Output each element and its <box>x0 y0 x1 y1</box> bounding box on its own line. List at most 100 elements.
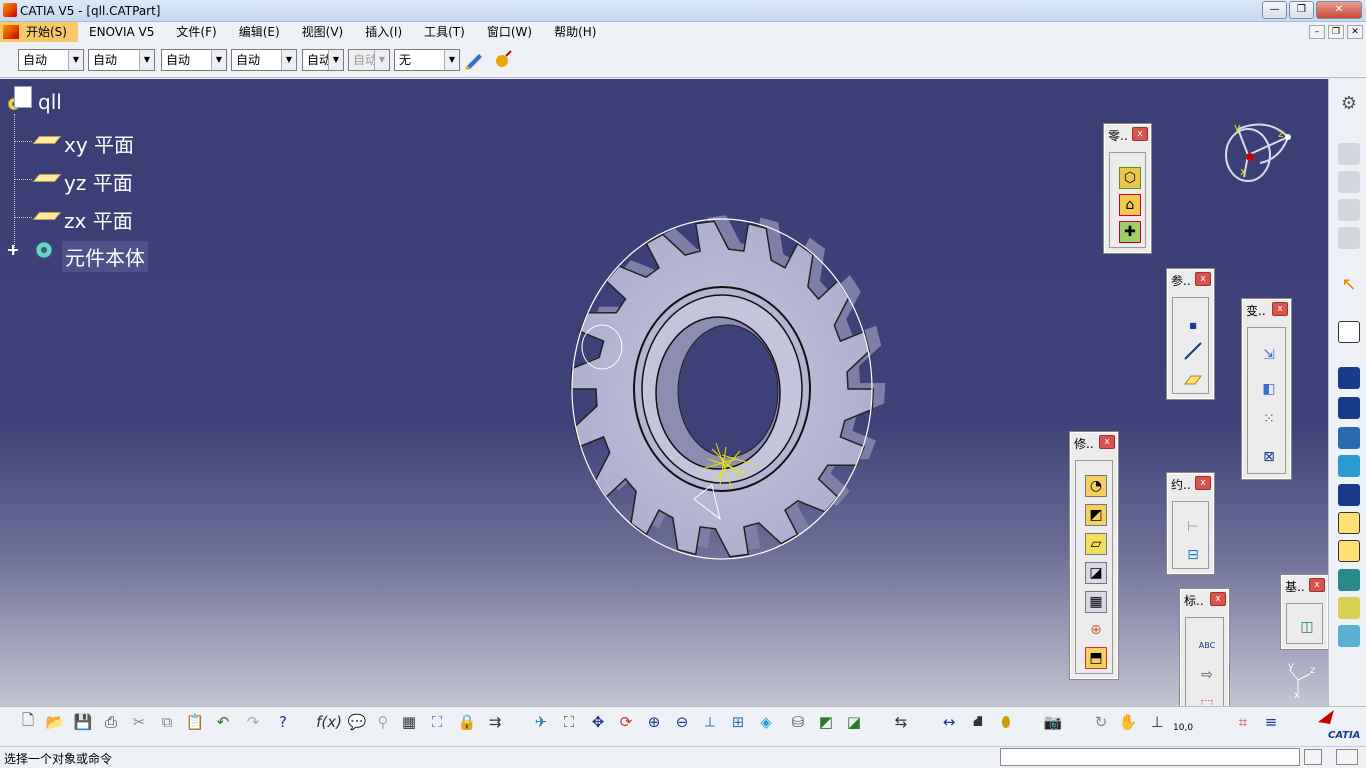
measure-between-icon[interactable]: ↔ <box>938 711 960 733</box>
undo-icon[interactable]: ↶ <box>212 711 234 733</box>
loft-icon[interactable] <box>1338 597 1360 619</box>
transparency-combo[interactable]: 自动 ▼ <box>88 49 155 71</box>
pattern-icon[interactable]: ⁙ <box>1258 408 1280 430</box>
translate-icon[interactable]: ⇲ <box>1258 344 1280 366</box>
doc-minimize-button[interactable]: – <box>1309 25 1325 39</box>
print-icon[interactable]: ⎙ <box>100 711 122 733</box>
power-input-button[interactable] <box>1304 749 1322 765</box>
line-type-combo[interactable]: 自动 ▼ <box>231 49 297 71</box>
line-icon[interactable] <box>1182 340 1204 362</box>
palette-close-icon[interactable]: x <box>1132 127 1148 141</box>
pad-icon[interactable]: ◫ <box>1296 616 1318 638</box>
point-symbol-combo[interactable]: 自动 ▼ <box>302 49 344 71</box>
tree-item-part-body[interactable]: 元件本体 <box>62 241 148 272</box>
pan-icon[interactable]: ✥ <box>587 711 609 733</box>
text-with-leader-icon[interactable]: ABC <box>1196 634 1218 656</box>
layer-combo[interactable]: 无 ▼ <box>394 49 460 71</box>
groove-icon[interactable] <box>1338 455 1360 477</box>
palette-close-icon[interactable]: x <box>1210 592 1226 606</box>
sketch-history-icon[interactable] <box>1338 227 1360 249</box>
redo-icon[interactable]: ↷ <box>242 711 264 733</box>
palette-close-icon[interactable]: x <box>1099 435 1115 449</box>
catalog-browser-icon[interactable]: ⛶ <box>426 711 448 733</box>
remove-loft-icon[interactable] <box>1338 625 1360 647</box>
measure-inertia-icon[interactable]: ⛘ <box>967 711 989 733</box>
menu-help[interactable]: 帮助(H) <box>543 22 607 42</box>
tree-root-qll[interactable]: qll <box>38 90 62 114</box>
shading-icon[interactable]: ⛁ <box>787 711 809 733</box>
paste-icon[interactable]: 📋 <box>184 711 206 733</box>
command-input[interactable] <box>1000 748 1300 766</box>
palette-close-icon[interactable]: x <box>1309 578 1325 592</box>
tree-item-zx-plane[interactable]: zx 平面 <box>64 205 133 234</box>
axis-system-icon[interactable]: ⊥ <box>1146 711 1168 733</box>
palette-close-icon[interactable]: x <box>1195 272 1211 286</box>
menu-start[interactable]: 开始(S) <box>0 22 78 42</box>
part-icon[interactable]: ⬡ <box>1119 167 1141 189</box>
part-add-icon[interactable]: ⌂ <box>1119 194 1141 216</box>
apply-material-icon[interactable]: ⬮ <box>995 711 1017 733</box>
formula-icon[interactable]: f(x) <box>316 711 342 733</box>
select-arrow-icon[interactable]: ↖ <box>1338 274 1360 296</box>
hole-icon[interactable] <box>1338 484 1360 506</box>
hide-show-icon[interactable]: ◩ <box>815 711 837 733</box>
flag-note-icon[interactable]: ⇨ <box>1196 664 1218 686</box>
constraint-icon[interactable]: ⊟ <box>1182 544 1204 566</box>
normal-view-icon[interactable]: ⟂ <box>699 711 721 733</box>
fillet-icon[interactable]: ◔ <box>1085 475 1107 497</box>
scaling-icon[interactable]: ⊠ <box>1258 446 1280 468</box>
fill-color-combo[interactable]: 自动 ▼ <box>18 49 84 71</box>
menu-tools[interactable]: 工具(T) <box>413 22 476 42</box>
line-weight-combo[interactable]: 自动 ▼ <box>161 49 227 71</box>
hand-pan-icon[interactable]: ✋ <box>1117 711 1139 733</box>
draft-icon[interactable]: ▱ <box>1085 533 1107 555</box>
fit-all-in-icon[interactable]: ⛶ <box>558 711 580 733</box>
remove-face-icon[interactable]: ⬒ <box>1085 647 1107 669</box>
thread-icon[interactable]: ⊕ <box>1085 619 1107 641</box>
new-file-icon[interactable]: 🗋 <box>17 711 39 733</box>
comment-icon[interactable]: 💬 <box>346 711 368 733</box>
mirror-icon[interactable]: ◧ <box>1258 378 1280 400</box>
pocket-icon[interactable] <box>1338 397 1360 419</box>
menu-window[interactable]: 窗口(W) <box>476 22 543 42</box>
point-icon[interactable]: ■ <box>1182 314 1204 336</box>
sketcher-icon[interactable] <box>1338 321 1360 343</box>
cut-icon[interactable]: ✂ <box>128 711 150 733</box>
menu-enovia[interactable]: ENOVIA V5 <box>78 22 165 42</box>
more-tools-icon[interactable]: ≡ <box>1260 711 1282 733</box>
shaft-icon[interactable] <box>1338 427 1360 449</box>
design-table-icon[interactable]: ▦ <box>398 711 420 733</box>
minimize-button[interactable]: — <box>1262 1 1287 19</box>
fly-mode-icon[interactable]: ✈ <box>530 711 552 733</box>
slot-icon[interactable] <box>1338 540 1360 562</box>
open-folder-icon[interactable]: 📂 <box>44 711 66 733</box>
zoom-in-icon[interactable]: ⊕ <box>643 711 665 733</box>
tree-item-yz-plane[interactable]: yz 平面 <box>64 167 133 196</box>
paintbrush-icon[interactable] <box>464 50 486 71</box>
palette-close-icon[interactable]: x <box>1195 476 1211 490</box>
doc-close-button[interactable]: ✕ <box>1347 25 1363 39</box>
doc-restore-button[interactable]: ❐ <box>1328 25 1344 39</box>
pad-icon[interactable] <box>1338 367 1360 389</box>
copy-icon[interactable]: ⧉ <box>156 711 178 733</box>
swap-visible-space-icon[interactable]: ◪ <box>843 711 865 733</box>
isometric-view-icon[interactable]: ◈ <box>755 711 777 733</box>
stiffener-icon[interactable] <box>1338 569 1360 591</box>
maximize-button[interactable]: ❐ <box>1289 1 1314 19</box>
status-toggle-button[interactable] <box>1336 749 1358 765</box>
plane-icon[interactable] <box>1182 368 1204 390</box>
palette-close-icon[interactable]: x <box>1272 302 1288 316</box>
chamfer-icon[interactable]: ◩ <box>1085 504 1107 526</box>
measure-icon[interactable]: ⇆ <box>890 711 912 733</box>
plane-grid-icon[interactable]: ⌗ <box>1232 711 1254 733</box>
menu-view[interactable]: 视图(V) <box>291 22 355 42</box>
graphic-properties-bomb-icon[interactable] <box>493 48 515 70</box>
knowledge-icon[interactable]: ⚲ <box>372 711 394 733</box>
expand-plus-icon[interactable]: + <box>6 242 20 258</box>
multi-view-icon[interactable]: ⊞ <box>727 711 749 733</box>
instantiate-icon[interactable]: ⇉ <box>484 711 506 733</box>
compass-icon[interactable]: y z x <box>1218 117 1298 197</box>
thickness-icon[interactable]: ▦ <box>1085 591 1107 613</box>
tree-item-xy-plane[interactable]: xy 平面 <box>64 129 134 158</box>
gear-icon[interactable]: ⚙ <box>1338 93 1360 115</box>
